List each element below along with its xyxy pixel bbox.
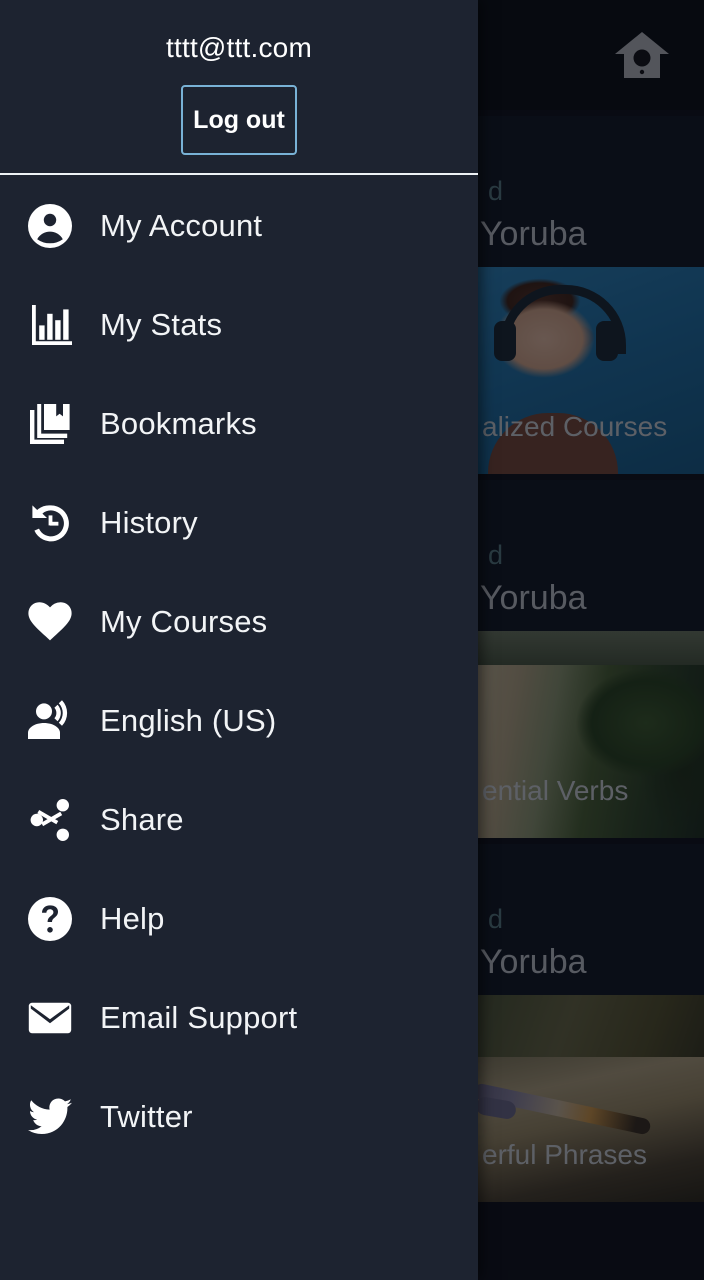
menu-item-label: Bookmarks — [100, 405, 257, 441]
app-screen: d Yoruba alized Courses d Yoruba ential … — [0, 0, 704, 1280]
menu-item-bookmarks[interactable]: Bookmarks — [0, 374, 478, 473]
course-card-image: ential Verbs — [478, 631, 704, 838]
course-card[interactable]: d Yoruba alized Courses — [478, 116, 704, 474]
menu-item-label: Help — [100, 900, 165, 936]
course-card-eyebrow: d — [488, 176, 504, 206]
course-card-eyebrow: d — [488, 540, 504, 570]
birdhouse-home-icon[interactable] — [612, 28, 672, 84]
menu-item-label: Email Support — [100, 999, 298, 1035]
navigation-drawer: tttt@ttt.com Log out My Account My Stats… — [0, 0, 478, 1280]
course-card-title: Yoruba — [480, 215, 587, 253]
menu-item-english-us[interactable]: English (US) — [0, 671, 478, 770]
restore-clock-icon — [24, 497, 76, 549]
menu-item-my-courses[interactable]: My Courses — [0, 572, 478, 671]
course-card-image: erful Phrases — [478, 995, 704, 1202]
twitter-bird-icon — [24, 1091, 76, 1143]
drawer-divider — [0, 173, 478, 175]
course-card-caption: erful Phrases — [482, 1139, 647, 1170]
course-card-title: Yoruba — [480, 943, 587, 981]
bar-chart-icon — [24, 299, 76, 351]
menu-item-share[interactable]: Share — [0, 770, 478, 869]
drawer-header: tttt@ttt.com Log out — [0, 0, 478, 174]
menu-item-email-support[interactable]: Email Support — [0, 968, 478, 1067]
account-email: tttt@ttt.com — [166, 32, 312, 63]
menu-item-my-account[interactable]: My Account — [0, 176, 478, 275]
record-voice-over-icon — [24, 695, 76, 747]
logout-button[interactable]: Log out — [181, 85, 297, 155]
course-card-caption: alized Courses — [482, 411, 668, 442]
course-card-eyebrow: d — [488, 904, 504, 934]
menu-item-label: History — [100, 504, 198, 540]
envelope-icon — [24, 992, 76, 1044]
account-circle-icon — [24, 200, 76, 252]
menu-item-label: My Stats — [100, 306, 223, 342]
menu-item-label: Twitter — [100, 1098, 193, 1134]
menu-item-history[interactable]: History — [0, 473, 478, 572]
course-card-image: alized Courses — [478, 267, 704, 474]
menu-item-label: English (US) — [100, 702, 277, 738]
drawer-menu-list: My Account My Stats Bookmarks History My… — [0, 176, 478, 1166]
share-icon — [24, 794, 76, 846]
course-card-title: Yoruba — [480, 579, 587, 617]
heart-icon — [24, 596, 76, 648]
menu-item-label: Share — [100, 801, 184, 837]
course-card[interactable]: d Yoruba ential Verbs — [478, 480, 704, 838]
course-card[interactable]: d Yoruba erful Phrases — [478, 844, 704, 1202]
menu-item-my-stats[interactable]: My Stats — [0, 275, 478, 374]
menu-item-label: My Courses — [100, 603, 268, 639]
course-card-caption: ential Verbs — [482, 775, 629, 806]
menu-item-twitter[interactable]: Twitter — [0, 1067, 478, 1166]
menu-item-help[interactable]: Help — [0, 869, 478, 968]
help-circle-icon — [24, 893, 76, 945]
library-books-icon — [24, 398, 76, 450]
menu-item-label: My Account — [100, 207, 263, 243]
